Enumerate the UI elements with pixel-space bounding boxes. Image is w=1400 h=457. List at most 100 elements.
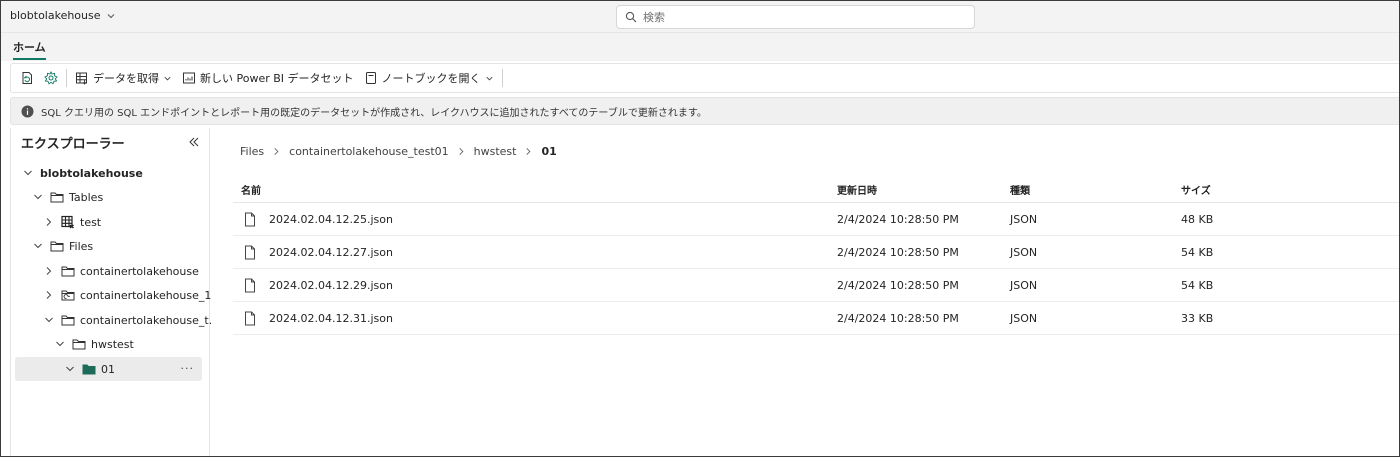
info-icon [21, 105, 34, 117]
tree-item-table-test[interactable]: test [44, 210, 101, 234]
workspace-switcher[interactable]: blobtolakehouse [10, 9, 116, 22]
folder-icon [50, 241, 64, 252]
file-icon [245, 245, 255, 260]
breadcrumb-files[interactable]: Files [240, 145, 264, 158]
chevron-right-icon [526, 148, 531, 155]
table-icon [61, 215, 74, 229]
folder-filled-icon [82, 364, 96, 375]
workspace-name: blobtolakehouse [10, 9, 101, 22]
column-header-modified[interactable]: 更新日時 [837, 180, 877, 203]
collapse-panel-icon[interactable] [187, 135, 201, 149]
open-notebook-button[interactable]: ノートブックを開く [359, 67, 499, 89]
chevron-down-icon[interactable] [33, 241, 43, 251]
tree-hwstest-label: hwstest [91, 337, 134, 351]
table-header: 名前 更新日時 種類 サイズ [233, 180, 1399, 203]
tree-item-folder-01[interactable]: 01 ··· [15, 357, 202, 381]
column-header-type[interactable]: 種類 [1010, 180, 1030, 203]
search-icon [625, 11, 637, 23]
file-type: JSON [1010, 279, 1038, 292]
explorer-title: エクスプローラー [21, 137, 125, 152]
file-type: JSON [1010, 312, 1038, 325]
get-data-button[interactable]: データを取得 [70, 67, 177, 89]
tab-row: ホーム [1, 33, 1399, 61]
chevron-right-icon[interactable] [44, 217, 54, 227]
refresh-icon [22, 72, 32, 84]
chevron-right-icon [459, 148, 464, 155]
file-type: JSON [1010, 246, 1038, 259]
file-name[interactable]: 2024.02.04.12.29.json [269, 269, 393, 302]
file-size: 54 KB [1181, 246, 1214, 259]
search-box[interactable] [616, 5, 975, 29]
tree-folder1-label: containertolakehouse [80, 264, 199, 278]
file-icon [245, 278, 255, 293]
tree-item-folder-containertolakehouse-test01[interactable]: containertolakehouse_t... [44, 308, 219, 332]
ribbon-toolbar: データを取得 新しい Power BI データセット ノートブックを開く [10, 63, 1399, 93]
breadcrumb-current: 01 [541, 145, 557, 158]
chevron-right-icon[interactable] [44, 266, 54, 276]
chevron-down-icon[interactable] [65, 364, 75, 374]
open-notebook-label: ノートブックを開く [381, 72, 481, 85]
settings-icon [44, 71, 58, 85]
file-size: 33 KB [1181, 312, 1214, 325]
tree-tables-label: Tables [69, 190, 104, 204]
shortcut-folder-icon [61, 290, 75, 301]
column-header-name[interactable]: 名前 [241, 180, 261, 203]
new-dataset-button[interactable]: 新しい Power BI データセット [177, 67, 359, 89]
column-header-size[interactable]: サイズ [1181, 180, 1211, 203]
tree-root-label: blobtolakehouse [40, 166, 143, 180]
file-type: JSON [1010, 213, 1038, 226]
file-size: 54 KB [1181, 279, 1214, 292]
file-modified: 2/4/2024 10:28:50 PM [837, 312, 959, 325]
chevron-right-icon [274, 148, 279, 155]
main-content: Files containertolakehouse_test01 hwstes… [211, 128, 1399, 456]
table-row[interactable]: 2024.02.04.12.27.json 2/4/2024 10:28:50 … [233, 236, 1399, 269]
tree-folder01-label: 01 [101, 362, 115, 376]
file-modified: 2/4/2024 10:28:50 PM [837, 279, 959, 292]
chevron-down-icon[interactable] [44, 315, 54, 325]
chevron-down-icon[interactable] [23, 168, 33, 178]
dataset-icon [183, 72, 195, 84]
folder-icon [61, 266, 75, 277]
search-input[interactable] [643, 10, 943, 24]
tree-item-hwstest[interactable]: hwstest [55, 332, 134, 356]
settings-button[interactable] [39, 68, 63, 88]
breadcrumb-hwstest[interactable]: hwstest [474, 145, 517, 158]
explorer-panel: エクスプローラー blobtolakehouse Tables test Fil… [10, 128, 219, 456]
app-window: blobtolakehouse ホーム データを取得 新しい Power BI … [0, 0, 1400, 457]
tree-item-folder-containertolakehouse[interactable]: containertolakehouse [44, 259, 199, 283]
tree-item-root[interactable]: blobtolakehouse [23, 161, 143, 185]
refresh-button[interactable] [15, 68, 39, 88]
chevron-down-icon[interactable] [33, 192, 43, 202]
chevron-down-icon [164, 76, 171, 80]
notebook-icon [365, 72, 376, 84]
breadcrumb-container[interactable]: containertolakehouse_test01 [289, 145, 449, 158]
top-bar: blobtolakehouse [1, 1, 1399, 33]
file-modified: 2/4/2024 10:28:50 PM [837, 246, 959, 259]
chevron-right-icon[interactable] [44, 290, 54, 300]
tree-folder3-label: containertolakehouse_t... [80, 313, 220, 327]
tree-item-folder-containertolakehouse-1[interactable]: containertolakehouse_1 [44, 283, 211, 307]
file-name[interactable]: 2024.02.04.12.27.json [269, 236, 393, 269]
folder-icon [72, 339, 86, 350]
table-row[interactable]: 2024.02.04.12.29.json 2/4/2024 10:28:50 … [233, 269, 1399, 302]
new-dataset-label: 新しい Power BI データセット [200, 72, 354, 85]
file-icon [245, 311, 255, 326]
tab-home[interactable]: ホーム [13, 39, 46, 60]
table-icon [76, 72, 87, 85]
tree-files-label: Files [69, 239, 94, 253]
table-row[interactable]: 2024.02.04.12.31.json 2/4/2024 10:28:50 … [233, 302, 1399, 335]
more-options-icon[interactable]: ··· [181, 362, 195, 375]
chevron-down-icon [486, 76, 493, 80]
file-size: 48 KB [1181, 213, 1214, 226]
file-name[interactable]: 2024.02.04.12.25.json [269, 203, 393, 236]
tree-item-files[interactable]: Files [33, 234, 93, 258]
ribbon-divider [66, 69, 67, 87]
ribbon-divider [501, 69, 503, 87]
chevron-down-icon[interactable] [55, 339, 65, 349]
info-bar: SQL クエリ用の SQL エンドポイントとレポート用の既定のデータセットが作成… [10, 97, 1399, 125]
breadcrumb: Files containertolakehouse_test01 hwstes… [240, 145, 557, 158]
table-row[interactable]: 2024.02.04.12.25.json 2/4/2024 10:28:50 … [233, 203, 1399, 236]
tree-item-tables[interactable]: Tables [33, 185, 103, 209]
folder-icon [50, 192, 64, 203]
file-name[interactable]: 2024.02.04.12.31.json [269, 302, 393, 335]
